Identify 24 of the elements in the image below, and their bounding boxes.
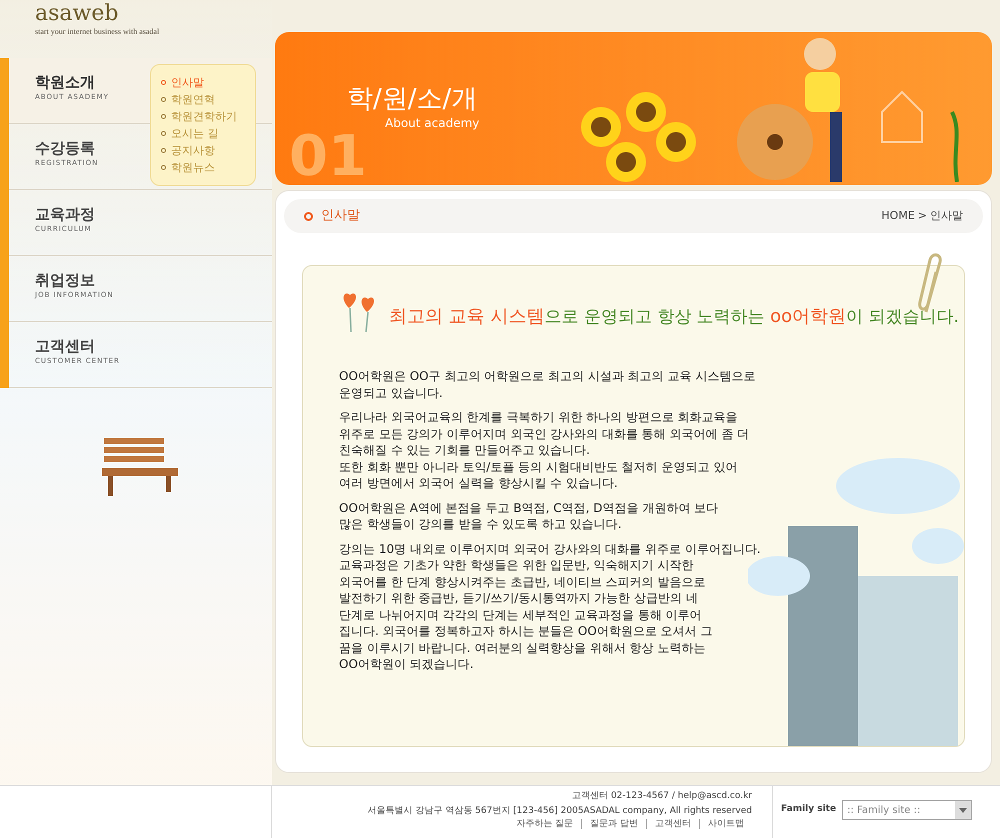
caret-icon <box>955 801 972 819</box>
banner-number: 01 <box>289 129 367 185</box>
contact-text: 고객센터 02-123-4567 / help@ascd.co.kr <box>572 790 752 803</box>
breadcrumb-item: > <box>918 208 927 224</box>
logo[interactable]: asaweb <box>35 2 272 26</box>
page-title: 인사말 <box>321 207 360 226</box>
body-paragraph: 우리나라 외국어교육의 한계를 극복하기 위한 하나의 방편으로 회화교육을 위주로 모든 강의가 이루어지며 외국인 강사와의 대화를 통해 외국어에 좀 더 친숙해질 수 있는 기회를 만들어주고 있습니다. 또한 회화 뿐만 아니라 토익/토플 등의 시험대비반도 철저히 운영되고 있어 여러 방면에서 외국어 실력을 향상시킬 수 있습니다. <box>339 409 750 492</box>
banner-subtitle: About academy <box>385 115 480 132</box>
family-site-select[interactable]: :: Family site :: <box>842 800 972 820</box>
footer-link[interactable]: 고객센터 <box>646 819 699 829</box>
banner-title: 학/원/소/개 <box>347 84 478 114</box>
headline: 최고의 교육 시스템 으로 운영되고 항상 노력하는 oo어학원 이 되겠습니다. <box>389 304 959 328</box>
breadcrumb-item: 인사말 <box>930 208 963 224</box>
tagline: start your internet business with asadal <box>35 26 160 38</box>
body-paragraph: OO어학원은 A역에 본점을 두고 B역점, C역점, D역점을 개원하여 보다 많은 학생들이 강의를 받을 수 있도록 하고 있습니다. <box>339 500 720 532</box>
family-site-label: Family site <box>781 803 836 816</box>
breadcrumb-item[interactable]: HOME <box>881 208 915 224</box>
bullet-icon <box>304 212 313 220</box>
footer-link[interactable]: 질문과 답변 <box>581 819 646 829</box>
footer-link[interactable]: 사이트맵 <box>699 819 752 829</box>
footer-link[interactable]: 자주하는 질문 <box>516 819 582 829</box>
body-paragraph: OO어학원은 OO구 최고의 어학원으로 최고의 시설과 최고의 교육 시스템으로 운영되고 있습니다. <box>339 368 756 401</box>
body-paragraph: 강의는 10명 내외로 이루어지며 외국어 강사와의 대화를 위주로 이루어집니다. 교육과정은 기초가 약한 학생들은 위한 입문반, 익숙해지기 시작한 외국어를 한 단계 향상시켜주는 초급반, 네이티브 스피커의 발음으로 발전하기 위한 중급반, 듣기/쓰기/동시통역까지 가능한 상급반의 네 단계로 나뉘어지며 각각의 단계는 세부적인 교육과정을 통해 이루어 집니다. 외국어를 정복하고자 하시는 분들은 OO어학원으로 오셔서 그 꿈을 이루시기 바랍니다. 여러분의 실력향상을 위해서 항상 노력하는 OO어학원이 되겠습니다. <box>339 540 762 672</box>
address-text: 서울특별시 강남구 역삼동 567번지 [123-456] 2005ASADAL company, All rights reserved <box>368 805 752 818</box>
